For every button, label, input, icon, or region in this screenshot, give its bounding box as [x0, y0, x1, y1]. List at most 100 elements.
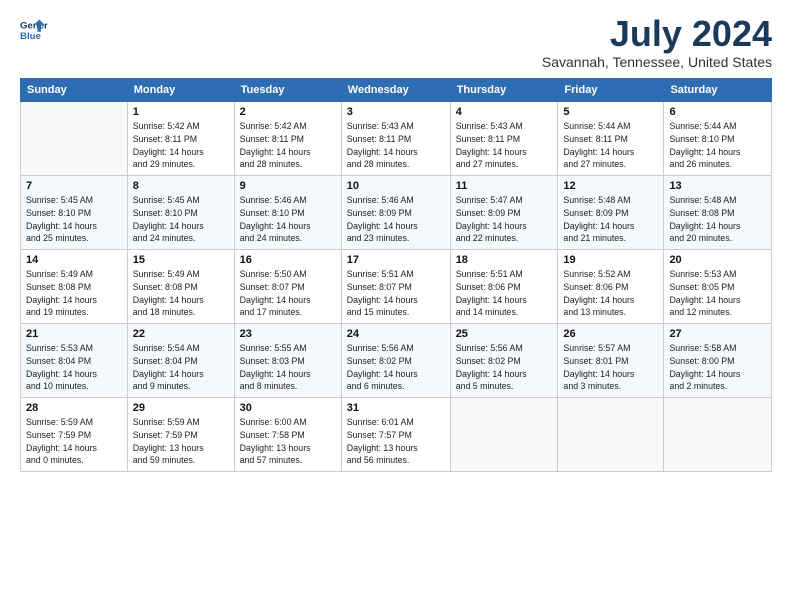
day-info: Sunrise: 5:48 AMSunset: 8:09 PMDaylight:… [563, 194, 658, 245]
day-info: Sunrise: 5:59 AMSunset: 7:59 PMDaylight:… [133, 416, 229, 467]
calendar-cell: 14Sunrise: 5:49 AMSunset: 8:08 PMDayligh… [21, 250, 128, 324]
week-row-1: 1Sunrise: 5:42 AMSunset: 8:11 PMDaylight… [21, 102, 772, 176]
day-info: Sunrise: 5:44 AMSunset: 8:11 PMDaylight:… [563, 120, 658, 171]
week-row-4: 21 Sunrise: 5:53 AMSunset: 8:04 PMDayligh… [21, 324, 772, 398]
calendar-cell: 1Sunrise: 5:42 AMSunset: 8:11 PMDaylight… [127, 102, 234, 176]
day-number: 17 [347, 254, 445, 266]
day-number: 13 [669, 180, 766, 192]
day-info: Sunrise: 5:52 AMSunset: 8:06 PMDaylight:… [563, 268, 658, 319]
day-info: Sunrise: 5:56 AMSunset: 8:02 PMDaylight:… [456, 342, 553, 393]
col-thursday: Thursday [450, 79, 558, 102]
day-number: 5 [563, 106, 658, 118]
day-number: 30 [240, 402, 336, 414]
day-info: Sunrise: 5:49 AMSunset: 8:08 PMDaylight:… [133, 268, 229, 319]
subtitle: Savannah, Tennessee, United States [542, 54, 772, 70]
calendar-cell [450, 398, 558, 472]
day-info: Sunrise: 5:43 AMSunset: 8:11 PMDaylight:… [456, 120, 553, 171]
day-info: Sunrise: 6:00 AMSunset: 7:58 PMDaylight:… [240, 416, 336, 467]
col-saturday: Saturday [664, 79, 772, 102]
calendar-body: 1Sunrise: 5:42 AMSunset: 8:11 PMDaylight… [21, 102, 772, 472]
day-number: 22 [133, 328, 229, 340]
calendar-cell: 4 Sunrise: 5:43 AMSunset: 8:11 PMDaylight… [450, 102, 558, 176]
calendar-cell: 29 Sunrise: 5:59 AMSunset: 7:59 PMDayligh… [127, 398, 234, 472]
day-number: 19 [563, 254, 658, 266]
main-title: July 2024 [542, 16, 772, 52]
day-number: 3 [347, 106, 445, 118]
day-number: 28 [26, 402, 122, 414]
day-number: 14 [26, 254, 122, 266]
day-info: Sunrise: 5:56 AMSunset: 8:02 PMDaylight:… [347, 342, 445, 393]
day-number: 8 [133, 180, 229, 192]
calendar-cell: 10Sunrise: 5:46 AMSunset: 8:09 PMDayligh… [341, 176, 450, 250]
calendar-cell: 9 Sunrise: 5:46 AMSunset: 8:10 PMDaylight… [234, 176, 341, 250]
svg-text:Blue: Blue [20, 31, 41, 42]
day-number: 18 [456, 254, 553, 266]
calendar-cell: 24 Sunrise: 5:56 AMSunset: 8:02 PMDayligh… [341, 324, 450, 398]
calendar-cell: 31 Sunrise: 6:01 AMSunset: 7:57 PMDayligh… [341, 398, 450, 472]
day-number: 27 [669, 328, 766, 340]
day-info: Sunrise: 5:51 AMSunset: 8:07 PMDaylight:… [347, 268, 445, 319]
day-info: Sunrise: 5:54 AMSunset: 8:04 PMDaylight:… [133, 342, 229, 393]
calendar-cell: 21 Sunrise: 5:53 AMSunset: 8:04 PMDayligh… [21, 324, 128, 398]
day-info: Sunrise: 5:46 AMSunset: 8:10 PMDaylight:… [240, 194, 336, 245]
calendar-cell: 13 Sunrise: 5:48 AMSunset: 8:08 PMDayligh… [664, 176, 772, 250]
week-row-3: 14 Sunrise: 5:49 AMSunset: 8:08 PMDayligh… [21, 250, 772, 324]
calendar-cell: 16 Sunrise: 5:50 AMSunset: 8:07 PMDayligh… [234, 250, 341, 324]
day-info: Sunrise: 5:50 AMSunset: 8:07 PMDaylight:… [240, 268, 336, 319]
calendar-cell: 11 Sunrise: 5:47 AMSunset: 8:09 PMDayligh… [450, 176, 558, 250]
day-number: 11 [456, 180, 553, 192]
day-number: 9 [240, 180, 336, 192]
calendar-cell: 23 Sunrise: 5:55 AMSunset: 8:03 PMDayligh… [234, 324, 341, 398]
day-info: Sunrise: 5:51 AMSunset: 8:06 PMDaylight:… [456, 268, 553, 319]
day-info: Sunrise: 5:55 AMSunset: 8:03 PMDaylight:… [240, 342, 336, 393]
calendar-cell: 3 Sunrise: 5:43 AMSunset: 8:11 PMDaylight… [341, 102, 450, 176]
day-info: Sunrise: 6:01 AMSunset: 7:57 PMDaylight:… [347, 416, 445, 467]
header: General Blue July 2024 Savannah, Tenness… [20, 16, 772, 70]
calendar-cell: 12Sunrise: 5:48 AMSunset: 8:09 PMDayligh… [558, 176, 664, 250]
day-info: Sunrise: 5:48 AMSunset: 8:08 PMDaylight:… [669, 194, 766, 245]
calendar-cell: 8 Sunrise: 5:45 AMSunset: 8:10 PMDaylight… [127, 176, 234, 250]
day-info: Sunrise: 5:47 AMSunset: 8:09 PMDaylight:… [456, 194, 553, 245]
calendar-cell: 26 Sunrise: 5:57 AMSunset: 8:01 PMDayligh… [558, 324, 664, 398]
col-tuesday: Tuesday [234, 79, 341, 102]
calendar-cell: 19 Sunrise: 5:52 AMSunset: 8:06 PMDayligh… [558, 250, 664, 324]
week-row-5: 28 Sunrise: 5:59 AMSunset: 7:59 PMDayligh… [21, 398, 772, 472]
calendar-cell: 15Sunrise: 5:49 AMSunset: 8:08 PMDayligh… [127, 250, 234, 324]
header-row: Sunday Monday Tuesday Wednesday Thursday… [21, 79, 772, 102]
calendar-cell: 20 Sunrise: 5:53 AMSunset: 8:05 PMDayligh… [664, 250, 772, 324]
day-number: 26 [563, 328, 658, 340]
day-info: Sunrise: 5:45 AMSunset: 8:10 PMDaylight:… [26, 194, 122, 245]
day-info: Sunrise: 5:58 AMSunset: 8:00 PMDaylight:… [669, 342, 766, 393]
calendar-cell: 30 Sunrise: 6:00 AMSunset: 7:58 PMDayligh… [234, 398, 341, 472]
day-info: Sunrise: 5:45 AMSunset: 8:10 PMDaylight:… [133, 194, 229, 245]
day-info: Sunrise: 5:59 AMSunset: 7:59 PMDaylight:… [26, 416, 122, 467]
day-info: Sunrise: 5:42 AMSunset: 8:11 PMDaylight:… [240, 120, 336, 171]
day-number: 6 [669, 106, 766, 118]
day-info: Sunrise: 5:42 AMSunset: 8:11 PMDaylight:… [133, 120, 229, 171]
day-number: 16 [240, 254, 336, 266]
day-info: Sunrise: 5:57 AMSunset: 8:01 PMDaylight:… [563, 342, 658, 393]
week-row-2: 7Sunrise: 5:45 AMSunset: 8:10 PMDaylight… [21, 176, 772, 250]
day-number: 2 [240, 106, 336, 118]
day-info: Sunrise: 5:53 AMSunset: 8:04 PMDaylight:… [26, 342, 122, 393]
logo-icon: General Blue [20, 16, 48, 44]
calendar-cell: 27 Sunrise: 5:58 AMSunset: 8:00 PMDayligh… [664, 324, 772, 398]
day-number: 24 [347, 328, 445, 340]
day-number: 20 [669, 254, 766, 266]
day-number: 29 [133, 402, 229, 414]
day-number: 21 [26, 328, 122, 340]
day-number: 23 [240, 328, 336, 340]
day-info: Sunrise: 5:46 AMSunset: 8:09 PMDaylight:… [347, 194, 445, 245]
page: General Blue July 2024 Savannah, Tenness… [0, 0, 792, 612]
calendar-cell [21, 102, 128, 176]
calendar-cell: 7Sunrise: 5:45 AMSunset: 8:10 PMDaylight… [21, 176, 128, 250]
day-info: Sunrise: 5:53 AMSunset: 8:05 PMDaylight:… [669, 268, 766, 319]
calendar-cell: 2 Sunrise: 5:42 AMSunset: 8:11 PMDaylight… [234, 102, 341, 176]
day-info: Sunrise: 5:43 AMSunset: 8:11 PMDaylight:… [347, 120, 445, 171]
day-number: 25 [456, 328, 553, 340]
day-number: 31 [347, 402, 445, 414]
col-monday: Monday [127, 79, 234, 102]
col-sunday: Sunday [21, 79, 128, 102]
day-number: 4 [456, 106, 553, 118]
calendar-header: Sunday Monday Tuesday Wednesday Thursday… [21, 79, 772, 102]
